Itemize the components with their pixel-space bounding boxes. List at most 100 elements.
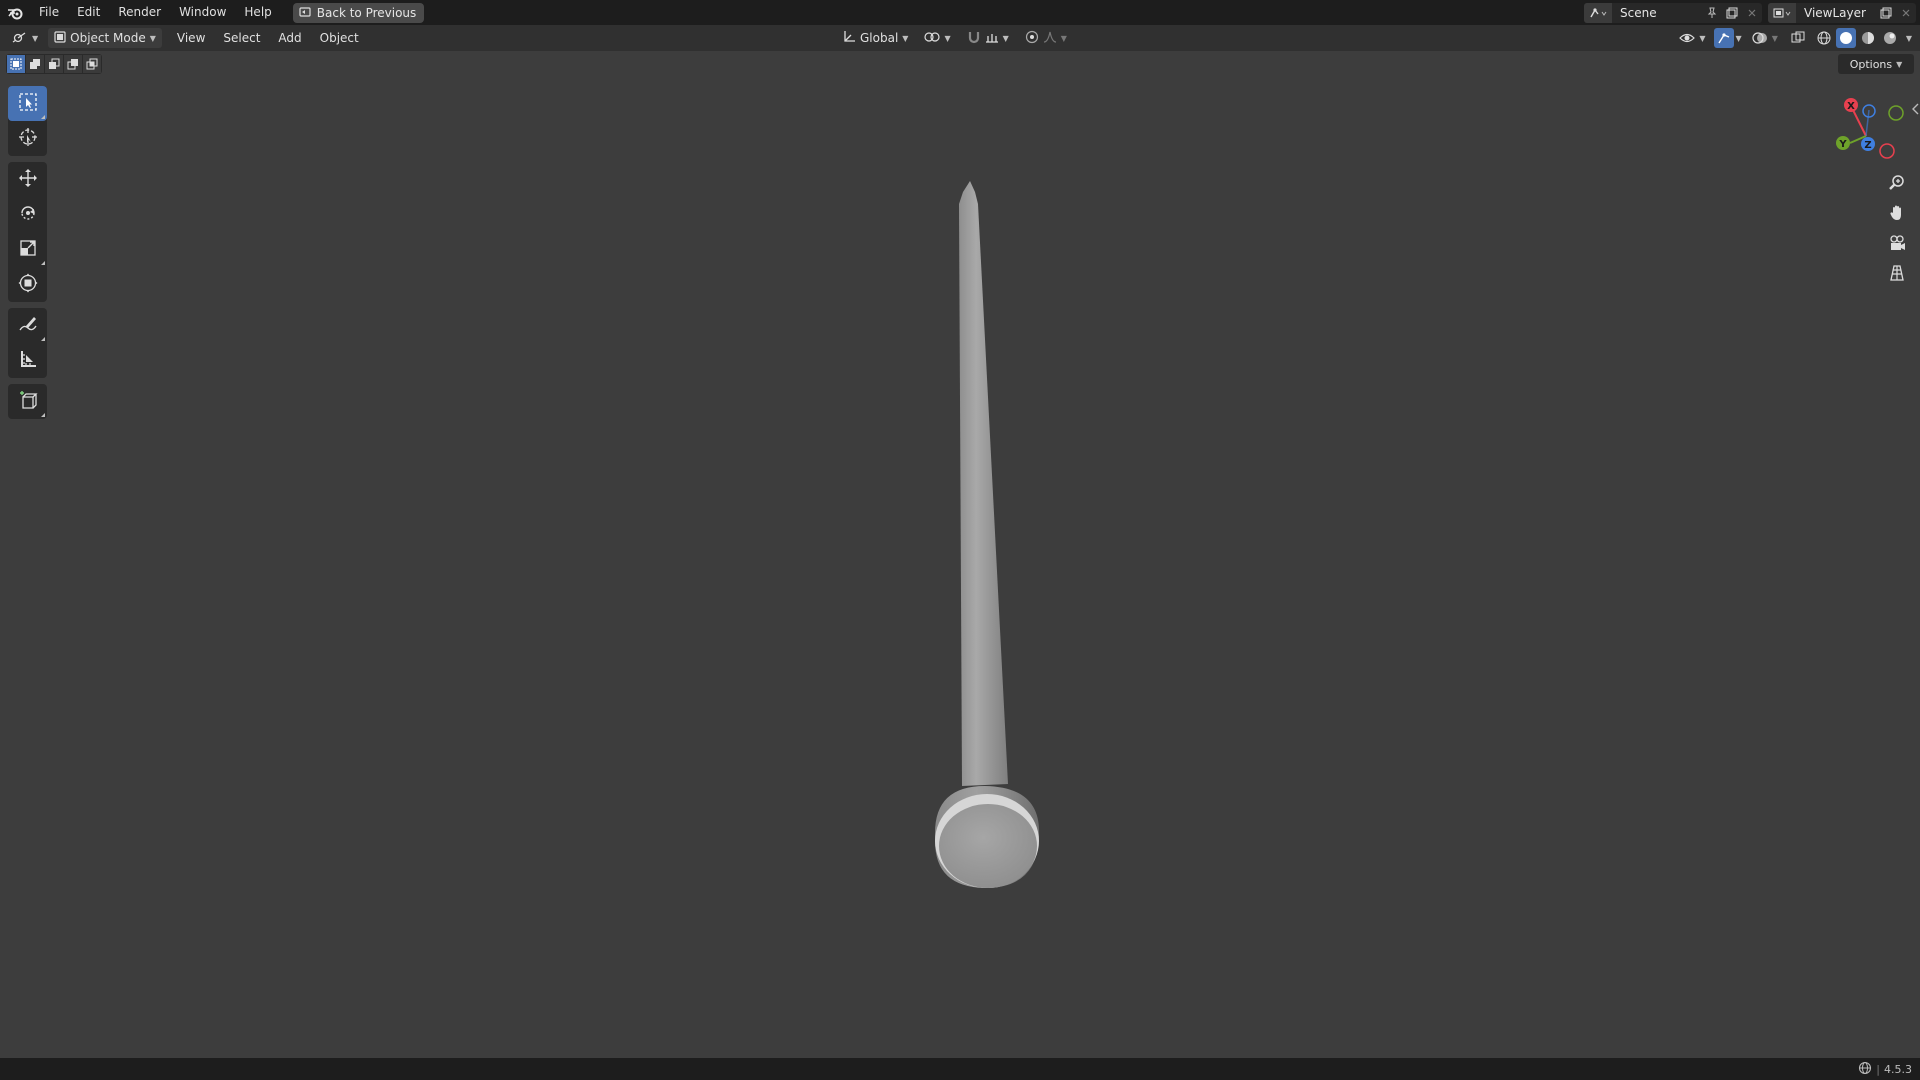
chevron-down-icon[interactable]: ▼	[1772, 34, 1778, 43]
viewport-navigation-buttons	[1882, 168, 1912, 288]
transform-tool[interactable]	[8, 267, 47, 302]
annotate-tool[interactable]	[8, 308, 47, 343]
select-box-icon	[18, 92, 38, 115]
move-icon	[18, 168, 38, 191]
tool-variants-indicator	[41, 261, 45, 265]
header-menu-object[interactable]: Object	[311, 31, 368, 45]
measure-tool[interactable]	[8, 343, 47, 378]
y-axis-label: Y	[1838, 139, 1847, 150]
header-menu-select[interactable]: Select	[214, 31, 269, 45]
view-layer-name[interactable]: ViewLayer	[1796, 6, 1876, 20]
measure-ruler-icon	[18, 349, 38, 372]
top-menubar: File Edit Render Window Help Back to Pre…	[0, 0, 1920, 25]
menu-window[interactable]: Window	[170, 0, 235, 25]
camera-view-icon[interactable]	[1882, 228, 1912, 258]
scale-tool[interactable]	[8, 232, 47, 267]
transform-icon	[18, 273, 38, 296]
neg-x-axis-handle[interactable]	[1879, 143, 1895, 159]
add-cube-icon	[18, 390, 38, 413]
visibility-selector-icon[interactable]	[1677, 28, 1697, 48]
perspective-toggle-icon[interactable]	[1882, 258, 1912, 288]
cursor-tool[interactable]	[8, 121, 47, 156]
viewport-header: ▼ Object Mode ▼ View Select Add Object G…	[0, 25, 1920, 51]
network-globe-icon[interactable]	[1858, 1061, 1872, 1078]
proportional-editing-toggle[interactable]: ▼	[1019, 28, 1073, 48]
menu-file[interactable]: File	[30, 0, 68, 25]
annotate-pencil-icon	[18, 314, 38, 337]
pivot-icon	[924, 30, 941, 47]
transform-orientation-dropdown[interactable]: Global ▼	[836, 28, 914, 48]
pivot-point-dropdown[interactable]: ▼	[918, 28, 956, 48]
material-preview-shading-icon[interactable]	[1858, 28, 1878, 48]
status-separator: |	[1876, 1063, 1880, 1076]
cursor-icon	[18, 127, 38, 150]
show-gizmo-icon[interactable]	[1713, 28, 1734, 48]
xray-toggle-icon[interactable]	[1788, 28, 1808, 48]
chevron-down-icon: ▼	[1060, 33, 1067, 43]
menu-help[interactable]: Help	[235, 0, 280, 25]
show-overlays-icon[interactable]	[1750, 28, 1770, 48]
magnet-icon	[967, 30, 981, 47]
object-mode-icon	[54, 30, 66, 46]
object-mode-label: Object Mode	[70, 31, 146, 45]
chevron-down-icon: ▼	[32, 33, 39, 43]
proportional-editing-icon	[1025, 30, 1039, 47]
chevron-down-icon[interactable]: ▼	[1699, 34, 1705, 43]
chevron-down-icon: ▼	[149, 33, 156, 43]
move-tool[interactable]	[8, 162, 47, 197]
back-to-previous-label: Back to Previous	[316, 5, 417, 20]
header-menu-add[interactable]: Add	[269, 31, 310, 45]
wireframe-shading-icon[interactable]	[1814, 28, 1834, 48]
rendered-shading-icon[interactable]	[1880, 28, 1900, 48]
blender-logo-icon[interactable]	[0, 0, 30, 25]
chevron-down-icon: ▼	[944, 33, 951, 43]
menu-render[interactable]: Render	[109, 0, 170, 25]
rotate-tool[interactable]	[8, 197, 47, 232]
tool-variants-indicator	[41, 413, 45, 417]
delete-scene-icon[interactable]	[1742, 3, 1762, 23]
chevron-down-icon[interactable]: ▼	[1736, 34, 1742, 43]
nail-object[interactable]	[935, 181, 1040, 888]
chevron-down-icon: ▼	[1002, 33, 1009, 43]
version-label: 4.5.3	[1884, 1063, 1912, 1076]
add-cube-tool[interactable]	[8, 384, 47, 419]
x-axis-label: X	[1847, 101, 1855, 112]
rotate-icon	[18, 203, 38, 226]
view-layer-icon[interactable]	[1768, 2, 1796, 23]
tool-variants-indicator	[41, 115, 45, 119]
view-layer-selector[interactable]: ViewLayer	[1768, 2, 1916, 23]
new-view-layer-icon[interactable]	[1876, 3, 1896, 23]
select-box-tool[interactable]	[8, 86, 47, 121]
scene-name[interactable]: Scene	[1612, 6, 1702, 20]
orientation-icon	[842, 30, 856, 47]
falloff-icon	[1043, 30, 1057, 47]
scale-icon	[18, 238, 38, 261]
scene-selector[interactable]: Scene	[1584, 2, 1762, 23]
z-axis-label: Z	[1864, 140, 1871, 151]
snap-toggle[interactable]: ▼	[961, 28, 1015, 48]
object-mode-dropdown[interactable]: Object Mode ▼	[48, 28, 162, 48]
navigation-gizmo[interactable]: X Y Z	[1826, 94, 1906, 164]
chevron-down-icon: ▼	[902, 33, 909, 43]
solid-shading-icon[interactable]	[1835, 28, 1856, 48]
chevron-down-icon[interactable]: ▼	[1906, 34, 1912, 43]
pan-hand-icon[interactable]	[1882, 198, 1912, 228]
menu-edit[interactable]: Edit	[68, 0, 109, 25]
tool-variants-indicator	[41, 337, 45, 341]
pin-icon[interactable]	[1702, 3, 1722, 23]
header-menu-view[interactable]: View	[168, 31, 214, 45]
snap-increment-icon	[985, 30, 999, 47]
back-icon	[299, 6, 311, 20]
tool-shelf	[8, 86, 47, 425]
viewport-canvas[interactable]	[0, 51, 1920, 1058]
orientation-label: Global	[860, 31, 899, 45]
editor-type-button[interactable]: ▼	[6, 28, 44, 48]
new-scene-icon[interactable]	[1722, 3, 1742, 23]
zoom-icon[interactable]	[1882, 168, 1912, 198]
neg-y-axis-handle[interactable]	[1888, 105, 1904, 121]
back-to-previous-button[interactable]: Back to Previous	[292, 2, 425, 23]
status-bar: | 4.5.3	[0, 1058, 1920, 1080]
scene-icon[interactable]	[1584, 2, 1612, 23]
sidebar-toggle-icon[interactable]	[1910, 102, 1920, 116]
delete-view-layer-icon[interactable]	[1896, 3, 1916, 23]
